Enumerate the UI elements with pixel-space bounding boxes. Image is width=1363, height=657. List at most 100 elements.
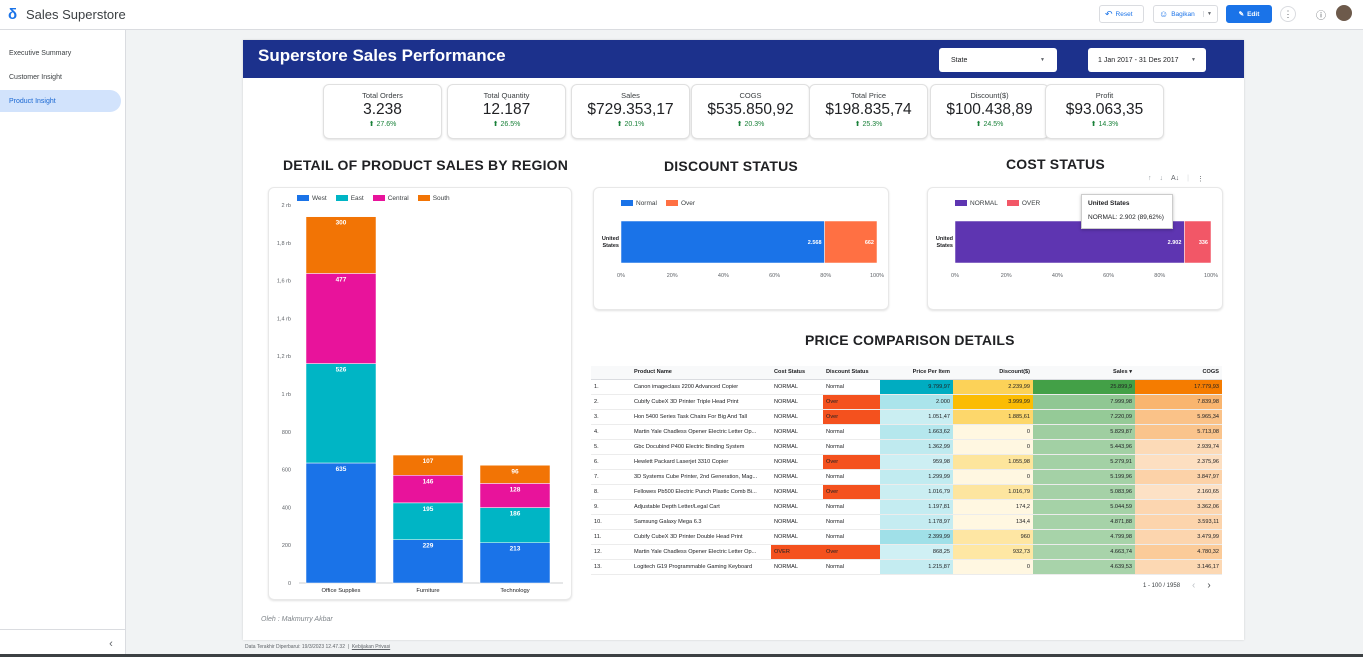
kpi-delta: ⬆ 20.1% xyxy=(616,121,645,128)
dropdown-caret-icon: ▼ xyxy=(1040,57,1045,63)
table-cell: 4.871,88 xyxy=(1033,514,1135,530)
chart-toolbar: ↑ ↓ A↓ | ⋮ xyxy=(1148,175,1204,183)
table-row[interactable]: 3. Hon 5400 Series Task Chairs For Big An… xyxy=(591,409,1222,425)
table-row[interactable]: 12. Martin Yale Chadless Opener Electric … xyxy=(591,544,1222,560)
drill-down-icon[interactable]: ↓ xyxy=(1160,175,1164,183)
bar-segment-normal[interactable] xyxy=(620,220,825,264)
price-comparison-table[interactable]: Product Name Cost Status Discount Status Pr… xyxy=(591,366,1222,575)
y-tick-label: 1,6 rb xyxy=(277,279,291,285)
sort-icon[interactable]: A↓ xyxy=(1171,175,1179,183)
table-cell: 5.083,96 xyxy=(1033,484,1135,500)
table-cell: 960 xyxy=(953,529,1033,545)
kpi-label: Sales xyxy=(621,91,640,100)
bar-segment-west[interactable] xyxy=(305,462,377,584)
table-cell: NORMAL xyxy=(771,529,823,545)
chevron-left-icon[interactable]: ‹ xyxy=(1192,580,1195,591)
more-vert-icon[interactable]: ⋮ xyxy=(1280,6,1296,22)
region-stacked-bar-chart[interactable]: 0 200 400 600 800 1 rb 1,2 rb 1,4 rb 1,6 rb 1,8 r… xyxy=(269,188,573,601)
table-row[interactable]: 11. Cubify CubeX 3D Printer Double Head P… xyxy=(591,529,1222,545)
column-header[interactable]: COGS xyxy=(1135,366,1222,380)
kpi-delta: ⬆ 25.3% xyxy=(854,121,883,128)
column-header[interactable]: Discount($) xyxy=(953,366,1033,380)
edit-label: Edit xyxy=(1247,10,1260,18)
table-cell: 3.593,11 xyxy=(1135,514,1222,530)
table-row[interactable]: 1. Canon imageclass 2200 Advanced Copier N… xyxy=(591,379,1222,395)
page-footer: Data Terakhir Diperbarui: 19/3/2023 12.4… xyxy=(245,644,391,650)
x-tick-label: 80% xyxy=(1154,273,1165,279)
table-cell: NORMAL xyxy=(771,469,823,485)
kpi-card-total-orders: Total Orders 3.238 ⬆ 27.6% xyxy=(323,84,442,139)
drill-up-icon[interactable]: ↑ xyxy=(1148,175,1152,183)
x-tick-label: 60% xyxy=(769,273,780,279)
data-label: 477 xyxy=(336,276,347,283)
collapse-sidebar-button[interactable]: ‹ xyxy=(0,629,126,657)
reset-button[interactable]: ↶ Reset xyxy=(1099,5,1144,23)
kpi-card-cogs: COGS $535.850,92 ⬆ 20.3% xyxy=(691,84,810,139)
table-cell: 5.965,34 xyxy=(1135,409,1222,425)
kpi-delta: ⬆ 27.6% xyxy=(368,121,397,128)
kpi-delta-value: 25.3% xyxy=(862,121,883,128)
help-icon[interactable]: ⓘ xyxy=(1313,6,1329,22)
x-tick-label: Furniture xyxy=(416,588,439,594)
column-header[interactable]: Price Per Item xyxy=(880,366,953,380)
table-cell: Samsung Galaxy Mega 6.3 xyxy=(631,514,771,530)
y-tick-label: 800 xyxy=(282,430,291,436)
column-header[interactable] xyxy=(591,366,631,380)
bar-segment-central[interactable] xyxy=(305,273,377,364)
sidebar-item-executive-summary[interactable]: Executive Summary xyxy=(0,42,121,64)
table-row[interactable]: 5. Gbc Docubind P400 Electric Binding Sys… xyxy=(591,439,1222,455)
date-range-picker[interactable]: 1 Jan 2017 - 31 Des 2017 ▼ xyxy=(1088,48,1206,72)
add-person-icon: ☺ xyxy=(1159,9,1169,19)
column-header[interactable]: Product Name xyxy=(631,366,771,380)
data-label: 2.568 xyxy=(808,240,822,246)
x-tick-label: 40% xyxy=(718,273,729,279)
table-row[interactable]: 10. Samsung Galaxy Mega 6.3 NORMAL Normal 1.… xyxy=(591,514,1222,530)
cost-chart-card[interactable]: NORMAL OVER United States 2.902 336 0% 20% 40%… xyxy=(927,187,1223,310)
table-cell: 5.044,59 xyxy=(1033,499,1135,515)
table-row[interactable]: 9. Adjustable Depth Letter/Legal Cart NORM… xyxy=(591,499,1222,515)
app-title: Sales Superstore xyxy=(26,7,126,22)
bar-segment-east[interactable] xyxy=(305,363,377,464)
column-header[interactable]: Discount Status xyxy=(823,366,880,380)
more-vert-icon[interactable]: ⋮ xyxy=(1197,175,1204,183)
x-tick-label: 20% xyxy=(667,273,678,279)
table-row[interactable]: 7. 3D Systems Cube Printer, 2nd Generatio… xyxy=(591,469,1222,485)
table-row[interactable]: 6. Hewlett Packard Laserjet 3310 Copier NO… xyxy=(591,454,1222,470)
table-cell: 5.829,87 xyxy=(1033,424,1135,440)
table-row[interactable]: 8. Fellowes Pb500 Electric Punch Plastic … xyxy=(591,484,1222,500)
kpi-delta-value: 26.5% xyxy=(500,121,521,128)
column-header[interactable]: Cost Status xyxy=(771,366,823,380)
table-row[interactable]: 13. Logitech G19 Programmable Gaming Keyb… xyxy=(591,559,1222,575)
toolbar-divider: | xyxy=(1187,175,1189,182)
table-cell: NORMAL xyxy=(771,559,823,575)
y-tick-label-line: States xyxy=(602,243,619,249)
state-filter-dropdown[interactable]: State ▼ xyxy=(939,48,1057,72)
table-cell: 1.178,97 xyxy=(880,514,953,530)
cost-status-bar-chart[interactable]: United States 2.902 336 0% 20% 40% 60% 80% 100% xyxy=(928,188,1224,311)
column-header[interactable]: Sales ▾ xyxy=(1033,366,1135,380)
y-tick-label: 1 rb xyxy=(282,392,291,398)
data-label: 2.902 xyxy=(1168,240,1182,246)
share-button[interactable]: ☺ Bagikan ▼ xyxy=(1153,5,1218,23)
author-credit: Oleh : Makmurry Akbar xyxy=(261,616,333,623)
discount-status-bar-chart[interactable]: United States 2.568 662 0% 20% 40% 60% 80% 100% xyxy=(594,188,890,311)
looker-studio-logo-icon: δ xyxy=(8,6,18,23)
chevron-right-icon[interactable]: › xyxy=(1207,580,1210,591)
table-cell: 5.199,96 xyxy=(1033,469,1135,485)
sidebar-item-product-insight[interactable]: Product Insight xyxy=(0,90,121,112)
table-cell: 7.999,98 xyxy=(1033,394,1135,410)
region-chart-card[interactable]: West East Central South 0 200 400 600 800 1 r… xyxy=(268,187,572,600)
kpi-card-profit: Profit $93.063,35 ⬆ 14.3% xyxy=(1045,84,1164,139)
privacy-policy-link[interactable]: Kebijakan Privasi xyxy=(352,644,390,650)
discount-chart-card[interactable]: Normal Over United States 2.568 662 0% 20% 40%… xyxy=(593,187,889,310)
table-row[interactable]: 2. Cubify CubeX 3D Printer Triple Head Pr… xyxy=(591,394,1222,410)
table-row[interactable]: 4. Martin Yale Chadless Opener Electric L… xyxy=(591,424,1222,440)
table-cell: Over xyxy=(823,394,880,410)
y-tick-label: 400 xyxy=(282,505,291,511)
table-cell: 4.639,53 xyxy=(1033,559,1135,575)
chevron-down-icon[interactable]: ▼ xyxy=(1203,11,1212,17)
sidebar-item-customer-insight[interactable]: Customer Insight xyxy=(0,66,121,88)
avatar[interactable] xyxy=(1336,5,1352,21)
table-cell: 25.899,9 xyxy=(1033,379,1135,395)
edit-button[interactable]: ✎ Edit xyxy=(1226,5,1272,23)
